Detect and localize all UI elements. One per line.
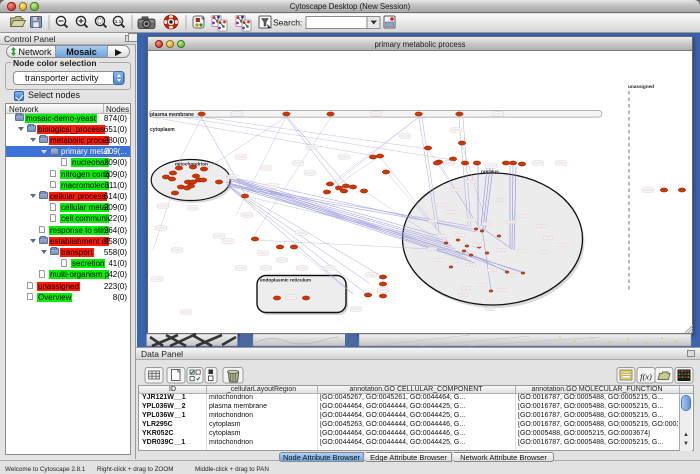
svg-text:1:1: 1:1 bbox=[115, 19, 122, 24]
